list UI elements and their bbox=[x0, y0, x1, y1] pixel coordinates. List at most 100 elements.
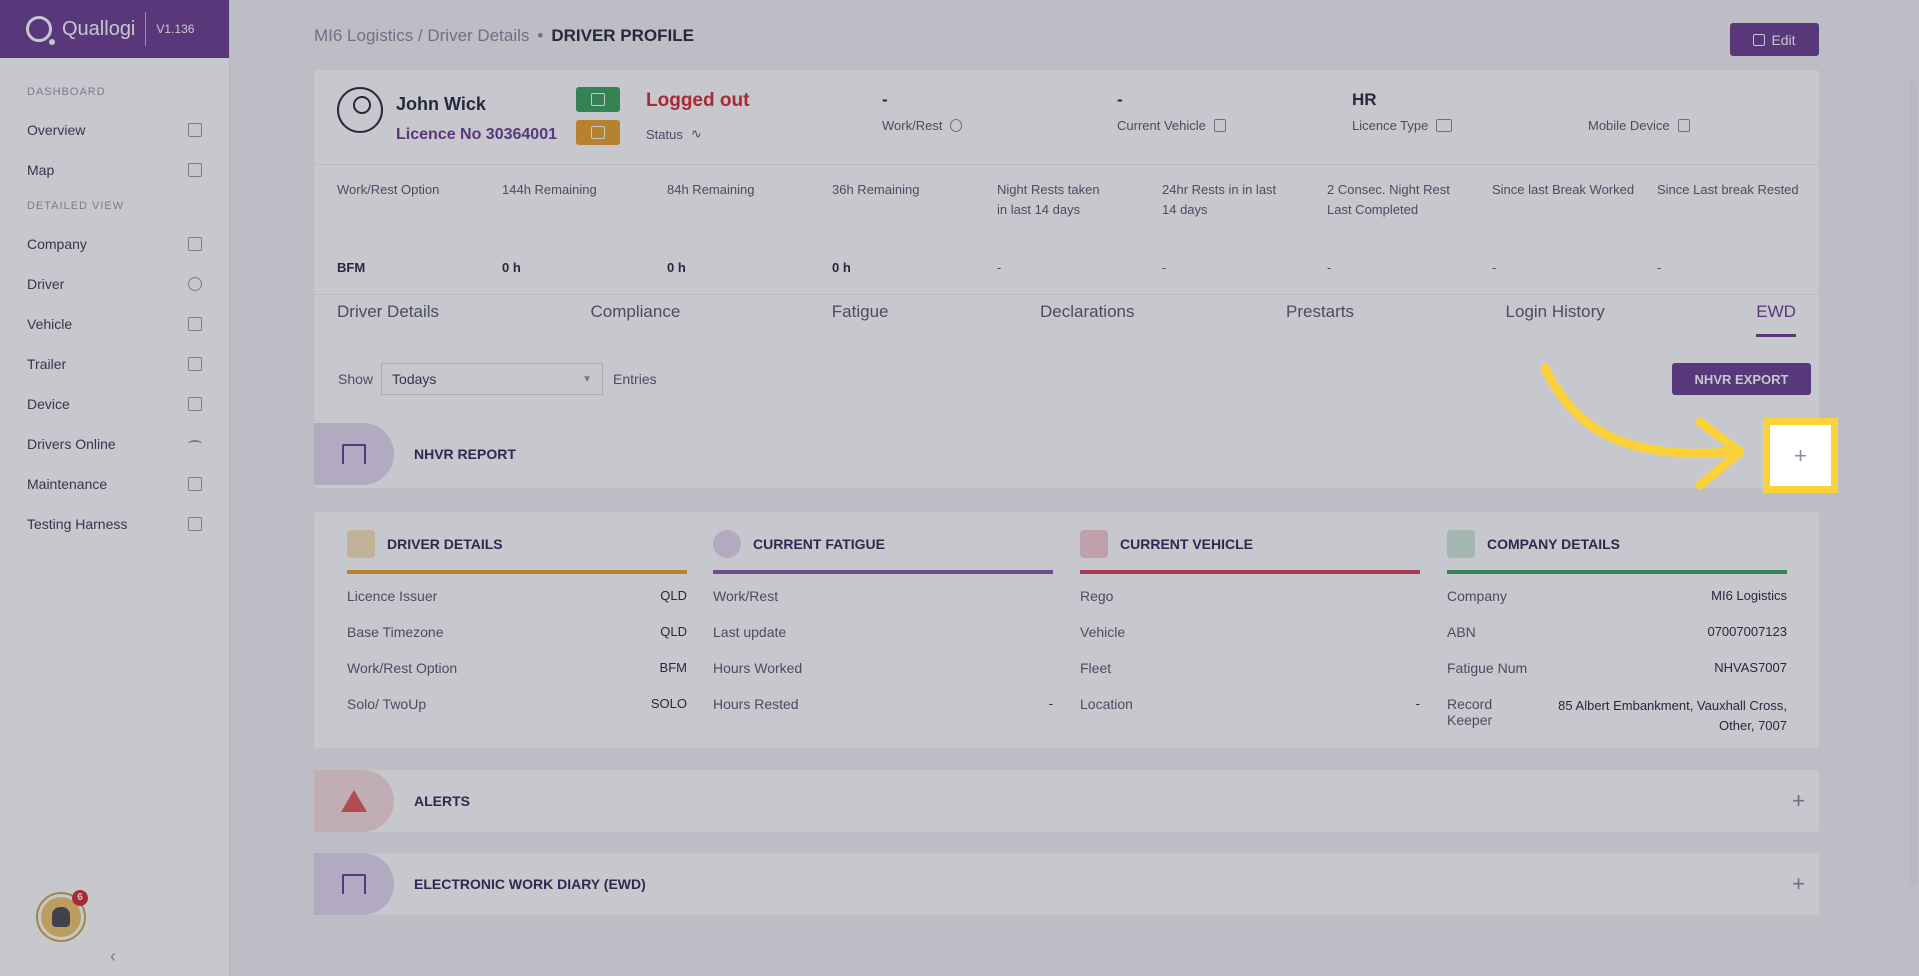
chevron-down-icon: ▼ bbox=[582, 373, 593, 385]
tab-compliance[interactable]: Compliance bbox=[591, 302, 681, 337]
detail-row: Location - bbox=[1080, 696, 1420, 732]
divider bbox=[314, 294, 1819, 295]
entries-select-value: Todays bbox=[392, 371, 437, 387]
show-label: Show bbox=[338, 371, 374, 387]
sidebar: Quallogi V1.136 DASHBOARD Overview Map D… bbox=[0, 0, 230, 976]
building-icon bbox=[188, 237, 202, 251]
detail-value: - bbox=[1415, 696, 1420, 711]
wr-header: 84h Remaining bbox=[667, 182, 755, 197]
tab-declarations[interactable]: Declarations bbox=[1040, 302, 1135, 337]
current-vehicle-column: CURRENT VEHICLE Rego Vehicle Fleet Locat… bbox=[1080, 512, 1420, 732]
detail-value: SOLO bbox=[650, 696, 687, 711]
current-vehicle-bar bbox=[1080, 570, 1420, 574]
wrench-icon bbox=[188, 477, 202, 491]
bus-icon bbox=[1080, 530, 1108, 558]
divider bbox=[314, 164, 1819, 165]
brand-name: Quallogi bbox=[62, 17, 136, 40]
sidebar-item-vehicle[interactable]: Vehicle bbox=[0, 304, 229, 344]
sidebar-item-overview[interactable]: Overview bbox=[0, 110, 229, 150]
user-icon bbox=[188, 277, 202, 291]
wr-header: 24hr Rests in in last 14 days bbox=[1162, 182, 1277, 217]
breadcrumb: MI6 Logistics / Driver Details • DRIVER PR… bbox=[314, 26, 694, 46]
wr-header: 144h Remaining bbox=[502, 182, 597, 197]
entries-select[interactable]: Todays ▼ bbox=[381, 363, 604, 395]
breadcrumb-separator: • bbox=[537, 26, 544, 45]
detail-row: Work/Rest Option BFM bbox=[347, 660, 687, 696]
driver-details-bar bbox=[347, 570, 687, 574]
wr-value: - bbox=[1327, 260, 1332, 275]
tab-driver-details[interactable]: Driver Details bbox=[337, 302, 439, 337]
grid-icon bbox=[188, 123, 202, 137]
page-title: DRIVER PROFILE bbox=[551, 26, 694, 45]
current-vehicle-label: Current Vehicle bbox=[1117, 118, 1206, 133]
company-details-title: COMPANY DETAILS bbox=[1487, 536, 1621, 552]
call-button[interactable] bbox=[576, 87, 620, 112]
wr-value: 0 h bbox=[832, 260, 851, 275]
alerts-title: ALERTS bbox=[414, 793, 470, 809]
tab-prestarts[interactable]: Prestarts bbox=[1286, 302, 1354, 337]
collapse-sidebar-icon[interactable]: ‹ bbox=[110, 946, 116, 967]
sidebar-item-testing-harness[interactable]: Testing Harness bbox=[0, 504, 229, 544]
detail-label: Solo/ TwoUp bbox=[347, 696, 427, 712]
current-fatigue-title: CURRENT FATIGUE bbox=[753, 536, 885, 552]
sidebar-item-drivers-online[interactable]: Drivers Online bbox=[0, 424, 229, 464]
wr-header: 36h Remaining bbox=[832, 182, 920, 197]
expand-ewd-icon[interactable]: + bbox=[1792, 871, 1805, 897]
current-vehicle-block: - Current Vehicle bbox=[1117, 90, 1226, 133]
fatigue-icon bbox=[713, 530, 741, 558]
expand-nhvr-report-button[interactable]: + bbox=[1763, 418, 1838, 493]
phone-icon bbox=[188, 397, 202, 411]
alerts-accordion[interactable]: ALERTS + bbox=[314, 770, 1819, 832]
bus-icon bbox=[1213, 119, 1226, 132]
status-block: Status ∿ bbox=[646, 120, 702, 142]
breadcrumb-parent[interactable]: MI6 Logistics / Driver Details bbox=[314, 26, 529, 45]
detail-value: 07007007123 bbox=[1707, 624, 1787, 639]
detail-label: Company bbox=[1447, 588, 1507, 604]
mobile-device-label: Mobile Device bbox=[1588, 118, 1670, 133]
expand-alerts-icon[interactable]: + bbox=[1792, 788, 1805, 814]
sidebar-item-label: Drivers Online bbox=[27, 436, 116, 452]
sidebar-item-maintenance[interactable]: Maintenance bbox=[0, 464, 229, 504]
sidebar-item-company[interactable]: Company bbox=[0, 224, 229, 264]
message-button[interactable] bbox=[576, 120, 620, 145]
detail-row: Rego bbox=[1080, 588, 1420, 624]
work-rest-block: - Work/Rest bbox=[882, 90, 963, 133]
company-details-column: COMPANY DETAILS Company MI6 Logistics ABN… bbox=[1447, 512, 1787, 740]
detail-row: Record Keeper 85 Albert Embankment, Vauxh… bbox=[1447, 696, 1787, 740]
wifi-icon bbox=[188, 440, 202, 448]
detail-row: Work/Rest bbox=[713, 588, 1053, 624]
sidebar-item-label: Vehicle bbox=[27, 316, 73, 332]
pulse-icon: ∿ bbox=[690, 126, 702, 141]
nhvr-report-icon-wrap bbox=[314, 423, 394, 485]
ewd-accordion[interactable]: ELECTRONIC WORK DIARY (EWD) + bbox=[314, 853, 1819, 915]
tab-login-history[interactable]: Login History bbox=[1506, 302, 1605, 337]
wr-header: Night Rests taken in last 14 days bbox=[997, 182, 1100, 217]
brand-header[interactable]: Quallogi V1.136 bbox=[0, 0, 229, 58]
sidebar-item-device[interactable]: Device bbox=[0, 384, 229, 424]
sidebar-item-label: Driver bbox=[27, 276, 65, 292]
nhvr-report-title: NHVR REPORT bbox=[414, 446, 516, 462]
licence-type-label: Licence Type bbox=[1352, 118, 1429, 133]
page-scrollbar[interactable] bbox=[1909, 80, 1917, 886]
edit-button[interactable]: Edit bbox=[1730, 23, 1819, 56]
monitor-icon bbox=[188, 517, 202, 531]
sidebar-item-driver[interactable]: Driver bbox=[0, 264, 229, 304]
tab-ewd[interactable]: EWD bbox=[1756, 302, 1796, 337]
wr-value: - bbox=[1162, 260, 1167, 275]
warning-icon bbox=[341, 790, 367, 812]
tab-fatigue[interactable]: Fatigue bbox=[832, 302, 889, 337]
wr-value: - bbox=[1657, 260, 1662, 275]
building-icon bbox=[1447, 530, 1475, 558]
current-fatigue-column: CURRENT FATIGUE Work/Rest Last update Ho… bbox=[713, 512, 1053, 732]
wr-header: Since last Break Worked bbox=[1492, 182, 1635, 197]
nav-section-dashboard: DASHBOARD bbox=[27, 86, 106, 98]
sidebar-item-map[interactable]: Map bbox=[0, 150, 229, 190]
report-icon bbox=[342, 444, 366, 464]
report-icon bbox=[342, 874, 366, 894]
mobile-device-block: Mobile Device bbox=[1588, 90, 1690, 133]
trailer-icon bbox=[188, 357, 202, 371]
version-label: V1.136 bbox=[156, 22, 195, 36]
sidebar-item-trailer[interactable]: Trailer bbox=[0, 344, 229, 384]
map-icon bbox=[188, 163, 202, 177]
current-fatigue-bar bbox=[713, 570, 1053, 574]
